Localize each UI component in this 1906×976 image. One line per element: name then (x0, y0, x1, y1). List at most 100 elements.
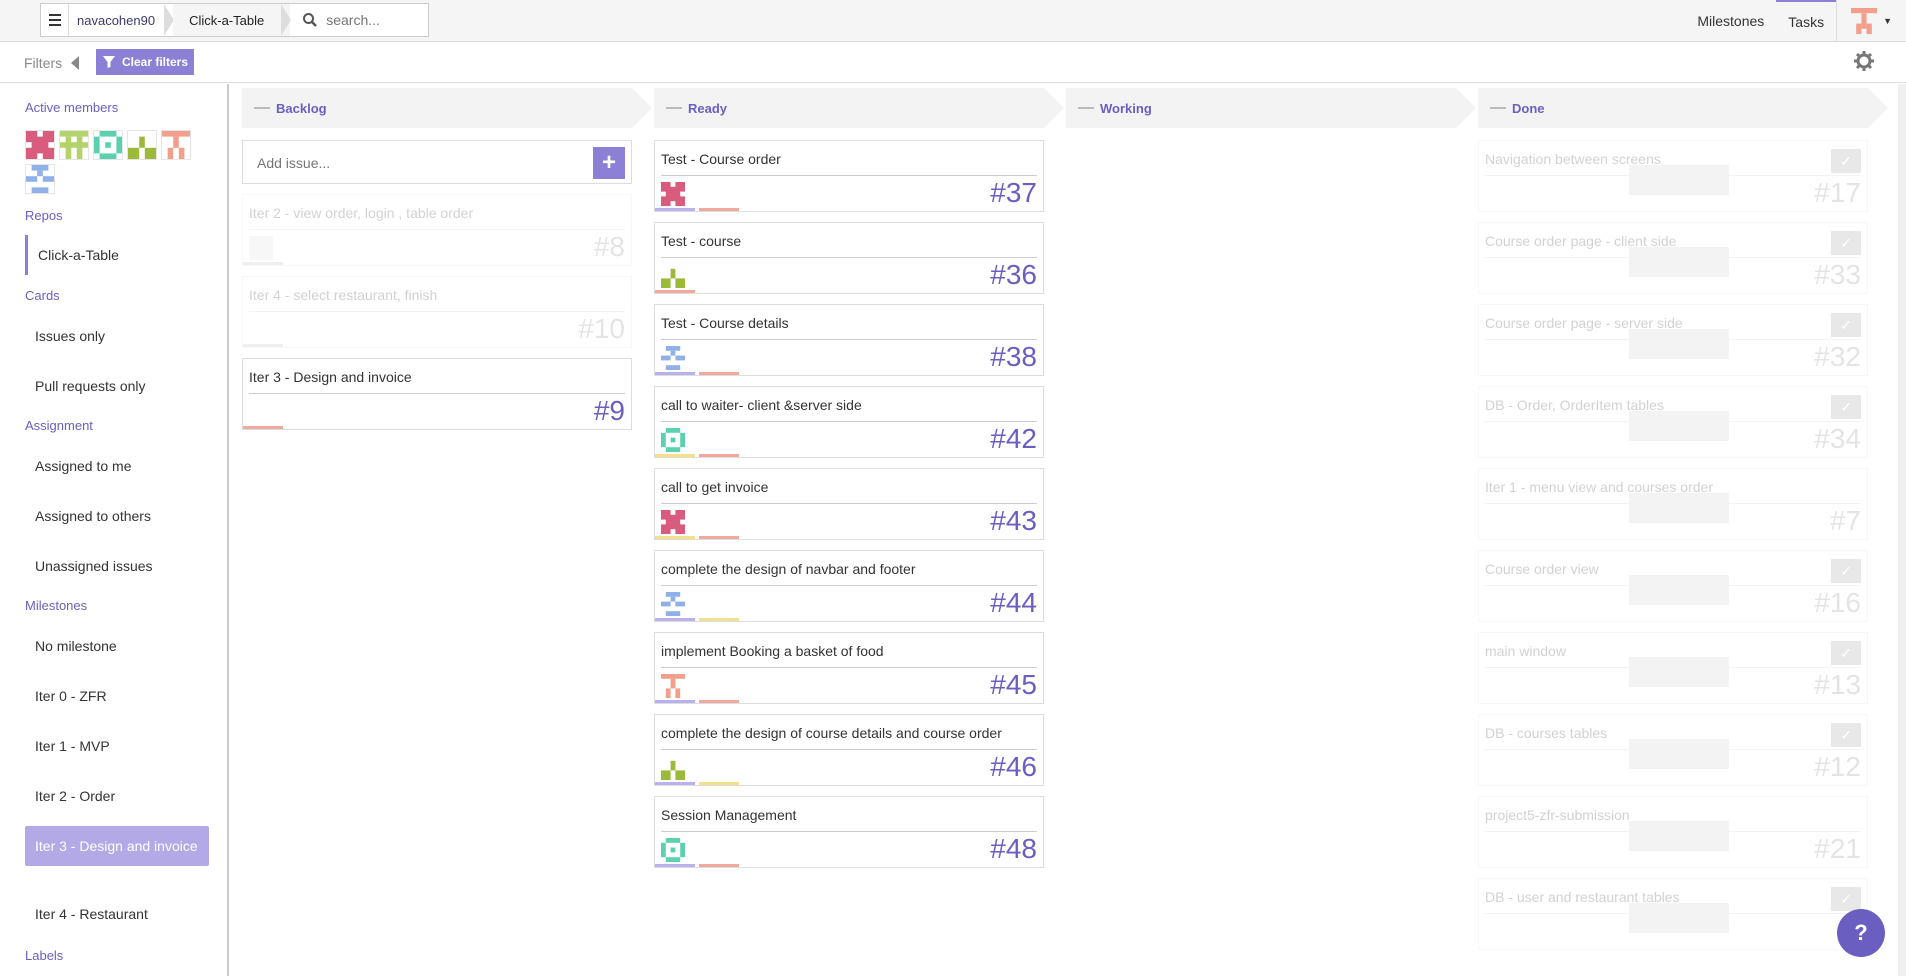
card-title: Iter 2 - view order, login , table order (249, 205, 474, 221)
issue-card[interactable]: Course order page - server side ✓ #32 (1478, 304, 1868, 376)
issue-card[interactable]: DB - Order, OrderItem tables ✓ #34 (1478, 386, 1868, 458)
issue-card[interactable]: project5-zfr-submission #21 (1478, 796, 1868, 868)
milestone-iter-3[interactable]: Iter 3 - Design and invoice (25, 826, 209, 866)
issue-card[interactable]: Iter 1 - menu view and courses order #7 (1478, 468, 1868, 540)
filter-issues-only[interactable]: Issues only (25, 328, 209, 344)
card-number: #9 (593, 395, 625, 426)
top-nav: Milestones Tasks ▼ (1685, 0, 1906, 42)
issue-card[interactable]: main window ✓ #13 (1478, 632, 1868, 704)
card-title: Course order view (1485, 561, 1599, 577)
issue-card[interactable]: Test - course #36 (654, 222, 1044, 294)
assignment-title: Assignment (25, 418, 93, 433)
add-issue-button[interactable]: + (593, 147, 625, 179)
issue-card[interactable]: Iter 4 - select restaurant, finish #10 (242, 276, 632, 348)
card-title: DB - courses tables (1485, 725, 1608, 741)
issue-card[interactable]: complete the design of navbar and footer… (654, 550, 1044, 622)
card-number: #16 (1814, 587, 1861, 618)
issue-card[interactable]: call to waiter- client &server side #42 (654, 386, 1044, 458)
collapse-arrow-icon[interactable] (71, 56, 79, 70)
gear-icon[interactable] (1854, 51, 1874, 71)
labels-title: Labels (25, 948, 64, 963)
issue-card[interactable]: Iter 2 - view order, login , table order… (242, 194, 632, 266)
card-number: #37 (990, 177, 1037, 208)
issue-card[interactable]: complete the design of course details an… (654, 714, 1044, 786)
milestone-iter-1[interactable]: Iter 1 - MVP (25, 738, 209, 754)
repos-title: Repos (25, 208, 63, 223)
add-issue-input[interactable] (257, 155, 557, 171)
avatar (661, 838, 685, 862)
filter-pull-requests-only[interactable]: Pull requests only (25, 378, 209, 394)
member-avatar[interactable] (59, 130, 89, 160)
issue-card[interactable]: Course order view ✓ #16 (1478, 550, 1868, 622)
issue-card[interactable]: Test - Course details #38 (654, 304, 1044, 376)
issue-card[interactable]: DB - user and restaurant tables ✓ (1478, 878, 1868, 950)
card-number: #44 (990, 587, 1037, 618)
issue-card[interactable]: Iter 3 - Design and invoice #9 (242, 358, 632, 430)
top-bar: navacohen90 Click-a-Table Milestones Tas… (0, 0, 1906, 42)
avatar (1851, 8, 1878, 34)
card-number: #38 (990, 341, 1037, 372)
issue-card[interactable]: call to get invoice #43 (654, 468, 1044, 540)
chevron-down-icon: ▼ (1883, 16, 1892, 26)
help-chat-button[interactable]: ? (1837, 909, 1885, 957)
issue-card[interactable]: Test - Course order #37 (654, 140, 1044, 212)
avatar (661, 674, 685, 698)
milestone-iter-0[interactable]: Iter 0 - ZFR (25, 688, 209, 704)
search-input[interactable] (326, 12, 417, 28)
issue-card[interactable]: Session Management #48 (654, 796, 1044, 868)
avatar (661, 268, 685, 288)
column-done[interactable]: Done (1478, 88, 1888, 128)
scrollbar[interactable] (1898, 84, 1906, 976)
member-avatar[interactable] (93, 130, 123, 160)
clear-filters-button[interactable]: Clear filters (96, 49, 195, 75)
member-avatar[interactable] (25, 130, 55, 160)
filter-bar: Filters Clear filters (0, 43, 1906, 83)
member-avatar[interactable] (161, 130, 191, 160)
task-board: Backlog Ready Working Done + Iter 2 - vi… (232, 86, 1906, 976)
column-working[interactable]: Working (1066, 88, 1476, 128)
check-icon: ✓ (1831, 559, 1861, 583)
card-number: #10 (578, 313, 625, 344)
filter-assigned-to-me[interactable]: Assigned to me (25, 458, 209, 474)
milestone-iter-4[interactable]: Iter 4 - Restaurant (25, 906, 209, 922)
hamburger-menu-icon[interactable] (41, 4, 69, 36)
user-menu[interactable]: ▼ (1836, 0, 1906, 42)
issue-card[interactable]: Navigation between screens ✓ #17 (1478, 140, 1868, 212)
issue-card[interactable]: DB - courses tables ✓ #12 (1478, 714, 1868, 786)
column-backlog[interactable]: Backlog (242, 88, 652, 128)
check-icon: ✓ (1831, 149, 1861, 173)
clear-filters-label: Clear filters (122, 55, 189, 69)
filters-label[interactable]: Filters (24, 55, 62, 71)
card-number: #33 (1814, 259, 1861, 290)
card-number: #32 (1814, 341, 1861, 372)
check-icon: ✓ (1831, 641, 1861, 665)
card-title: project5-zfr-submission (1485, 807, 1630, 823)
issue-card[interactable]: Course order page - client side ✓ #33 (1478, 222, 1868, 294)
avatar (661, 510, 685, 534)
milestone-none[interactable]: No milestone (25, 638, 209, 654)
member-avatar[interactable] (25, 164, 55, 194)
card-title: Test - Course order (661, 151, 781, 167)
breadcrumb-repo[interactable]: Click-a-Table (173, 4, 292, 36)
milestone-iter-2[interactable]: Iter 2 - Order (25, 788, 209, 804)
issue-card[interactable]: implement Booking a basket of food #45 (654, 632, 1044, 704)
avatar (661, 760, 685, 780)
card-title: Test - course (661, 233, 742, 249)
nav-tasks[interactable]: Tasks (1776, 0, 1837, 42)
card-title: implement Booking a basket of food (661, 643, 884, 659)
card-number: #45 (990, 669, 1037, 700)
card-number: #21 (1814, 833, 1861, 864)
card-title: complete the design of course details an… (661, 725, 1002, 741)
repo-item[interactable]: Click-a-Table (25, 235, 119, 275)
member-avatar[interactable] (127, 130, 157, 160)
nav-milestones[interactable]: Milestones (1685, 0, 1776, 42)
breadcrumb-user[interactable]: navacohen90 (69, 4, 175, 36)
avatar (661, 428, 685, 452)
avatar (661, 182, 685, 206)
card-title: main window (1485, 643, 1566, 659)
filter-icon (103, 56, 115, 68)
filter-assigned-to-others[interactable]: Assigned to others (25, 508, 209, 524)
filter-unassigned-issues[interactable]: Unassigned issues (25, 558, 209, 574)
column-ready[interactable]: Ready (654, 88, 1064, 128)
card-title: Test - Course details (661, 315, 789, 331)
